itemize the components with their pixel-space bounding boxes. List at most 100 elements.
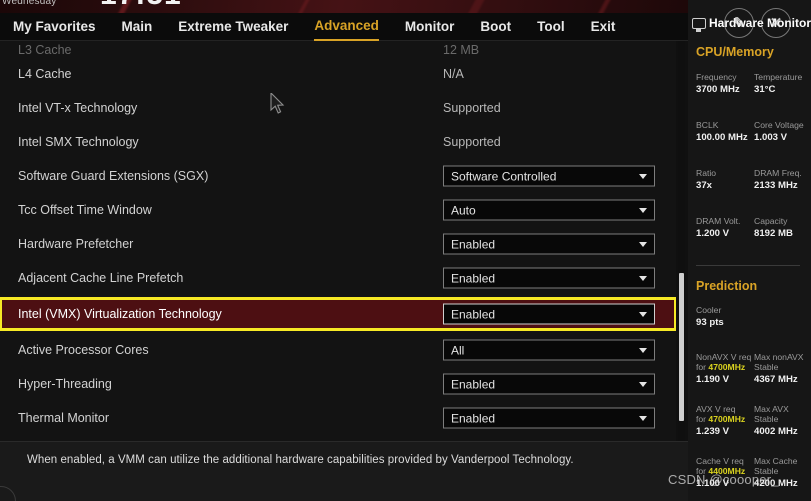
pencil-icon: ✎ (732, 15, 746, 32)
setting-dropdown[interactable]: Software Controlled (443, 165, 655, 187)
menu-item-tool[interactable]: Tool (537, 13, 565, 40)
cooler-label: Cooler (696, 305, 722, 315)
setting-row[interactable]: L4 Cache N/A (0, 57, 676, 91)
edit-overlay-button[interactable]: ✎ (724, 8, 754, 38)
setting-row[interactable]: Intel VT-x Technology Supported (0, 91, 676, 125)
setting-static-value: Supported (443, 101, 501, 115)
cpu-stat-left: DRAM Volt. 1.200 V (696, 216, 740, 239)
prediction-max-label: Max Cache (754, 456, 798, 466)
chevron-down-icon (639, 415, 647, 421)
chevron-down-icon (639, 207, 647, 213)
chevron-down-icon (639, 347, 647, 353)
setting-row[interactable]: Intel SMX Technology Supported (0, 125, 676, 159)
prediction-req-value: 1.239 V (696, 426, 730, 437)
cpu-stat-right: DRAM Freq. 2133 MHz (754, 168, 802, 191)
hardware-monitor-panel: Hardware Monitor ✎ ✕ CPU/Memory Frequenc… (688, 0, 811, 501)
menu-item-boot[interactable]: Boot (480, 13, 511, 40)
chevron-down-icon (639, 311, 647, 317)
dropdown-value: Enabled (451, 271, 496, 285)
prediction-req-label: NonAVX V req (696, 352, 752, 362)
setting-label: Thermal Monitor (18, 411, 109, 425)
stat-value: 1.003 V (754, 132, 788, 143)
prediction-status: Stable (754, 362, 779, 372)
cooler-stat: Cooler 93 pts (696, 305, 724, 328)
for-prefix: for (696, 414, 709, 424)
prediction-max-value: 4367 MHz (754, 374, 798, 385)
cooler-value: 93 pts (696, 317, 724, 328)
setting-label: Hyper-Threading (18, 377, 112, 391)
stat-value: 100.00 MHz (696, 132, 748, 143)
prediction-max-block: Max nonAVX Stable 4367 MHz (754, 352, 804, 385)
setting-label: L3 Cache (18, 43, 72, 57)
prediction-max-value: 4002 MHz (754, 426, 798, 437)
setting-label: Tcc Offset Time Window (18, 203, 152, 217)
stat-label: Ratio (696, 168, 717, 178)
cpu-stat-left: BCLK 100.00 MHz (696, 120, 748, 143)
setting-label: Software Guard Extensions (SGX) (18, 169, 209, 183)
prediction-req-block: NonAVX V req for 4700MHz 1.190 V (696, 352, 751, 385)
cpu-stat-right: Capacity 8192 MB (754, 216, 793, 239)
setting-row[interactable]: Adjacent Cache Line Prefetch Enabled (0, 261, 676, 295)
setting-label: Intel VT-x Technology (18, 101, 138, 115)
cpu-stat-right: Core Voltage 1.003 V (754, 120, 804, 143)
dropdown-value: Enabled (451, 377, 496, 391)
help-bar: When enabled, a VMM can utilize the addi… (0, 441, 688, 501)
menu-item-main[interactable]: Main (122, 13, 153, 40)
setting-static-value: N/A (443, 67, 464, 81)
menu-item-my-favorites[interactable]: My Favorites (13, 13, 96, 40)
setting-label: Intel SMX Technology (18, 135, 139, 149)
prediction-req-for: for 4700MHz (696, 362, 751, 372)
setting-row-selected[interactable]: Intel (VMX) Virtualization Technology Ena… (0, 297, 676, 331)
cpu-memory-section-title: CPU/Memory (696, 45, 774, 59)
panel-divider (696, 265, 800, 266)
setting-row[interactable]: Active Processor Cores All (0, 333, 676, 367)
setting-row[interactable]: L3 Cache 12 MB (0, 41, 676, 57)
setting-label: Active Processor Cores (18, 343, 149, 357)
dropdown-value: Enabled (451, 411, 496, 425)
menu-item-monitor[interactable]: Monitor (405, 13, 455, 40)
stat-label: DRAM Freq. (754, 168, 802, 178)
dropdown-value: All (451, 343, 465, 357)
setting-dropdown[interactable]: Enabled (443, 233, 655, 255)
settings-list: L3 Cache 12 MB L4 Cache N/A Intel VT-x Techn… (0, 41, 676, 441)
stat-value: 31°C (754, 84, 776, 95)
clock-day: Wednesday (2, 0, 57, 7)
setting-dropdown[interactable]: Enabled (443, 407, 655, 429)
settings-scrollbar[interactable] (678, 41, 685, 441)
stat-value: 37x (696, 180, 713, 191)
prediction-req-label: Cache V req (696, 456, 744, 466)
setting-row[interactable]: Thermal Monitor Enabled (0, 401, 676, 435)
prediction-req-label: AVX V req (696, 404, 736, 414)
mouse-cursor (270, 93, 285, 114)
setting-label: L4 Cache (18, 67, 72, 81)
stat-value: 8192 MB (754, 228, 793, 239)
close-icon: ✕ (769, 15, 783, 32)
stat-label: BCLK (696, 120, 719, 130)
stat-label: Frequency (696, 72, 737, 82)
dropdown-value: Enabled (451, 237, 496, 251)
close-overlay-button[interactable]: ✕ (761, 8, 791, 38)
dropdown-value: Enabled (451, 307, 496, 321)
scrollbar-thumb[interactable] (679, 273, 684, 421)
menu-item-advanced[interactable]: Advanced (314, 12, 379, 41)
monitor-icon (692, 17, 706, 32)
prediction-req-block: AVX V req for 4700MHz 1.239 V (696, 404, 745, 437)
setting-dropdown[interactable]: Enabled (443, 373, 655, 395)
menu-item-exit[interactable]: Exit (591, 13, 616, 40)
setting-dropdown[interactable]: Enabled (443, 267, 655, 289)
prediction-section-title: Prediction (696, 279, 758, 293)
setting-dropdown[interactable]: Auto (443, 199, 655, 221)
setting-row[interactable]: Hyper-Threading Enabled (0, 367, 676, 401)
setting-label: Intel (VMX) Virtualization Technology (18, 307, 222, 321)
menu-item-extreme-tweaker[interactable]: Extreme Tweaker (178, 13, 288, 40)
setting-static-value: 12 MB (443, 43, 480, 57)
setting-row[interactable]: Tcc Offset Time Window Auto (0, 193, 676, 227)
setting-row[interactable]: Software Guard Extensions (SGX) Software … (0, 159, 676, 193)
for-prefix: for (696, 362, 709, 372)
for-frequency: 4700MHz (708, 414, 746, 424)
setting-label: Hardware Prefetcher (18, 237, 134, 251)
setting-row[interactable]: Hardware Prefetcher Enabled (0, 227, 676, 261)
setting-dropdown[interactable]: Enabled (443, 303, 655, 325)
setting-dropdown[interactable]: All (443, 339, 655, 361)
cpu-stat-right: Temperature 31°C (754, 72, 802, 95)
